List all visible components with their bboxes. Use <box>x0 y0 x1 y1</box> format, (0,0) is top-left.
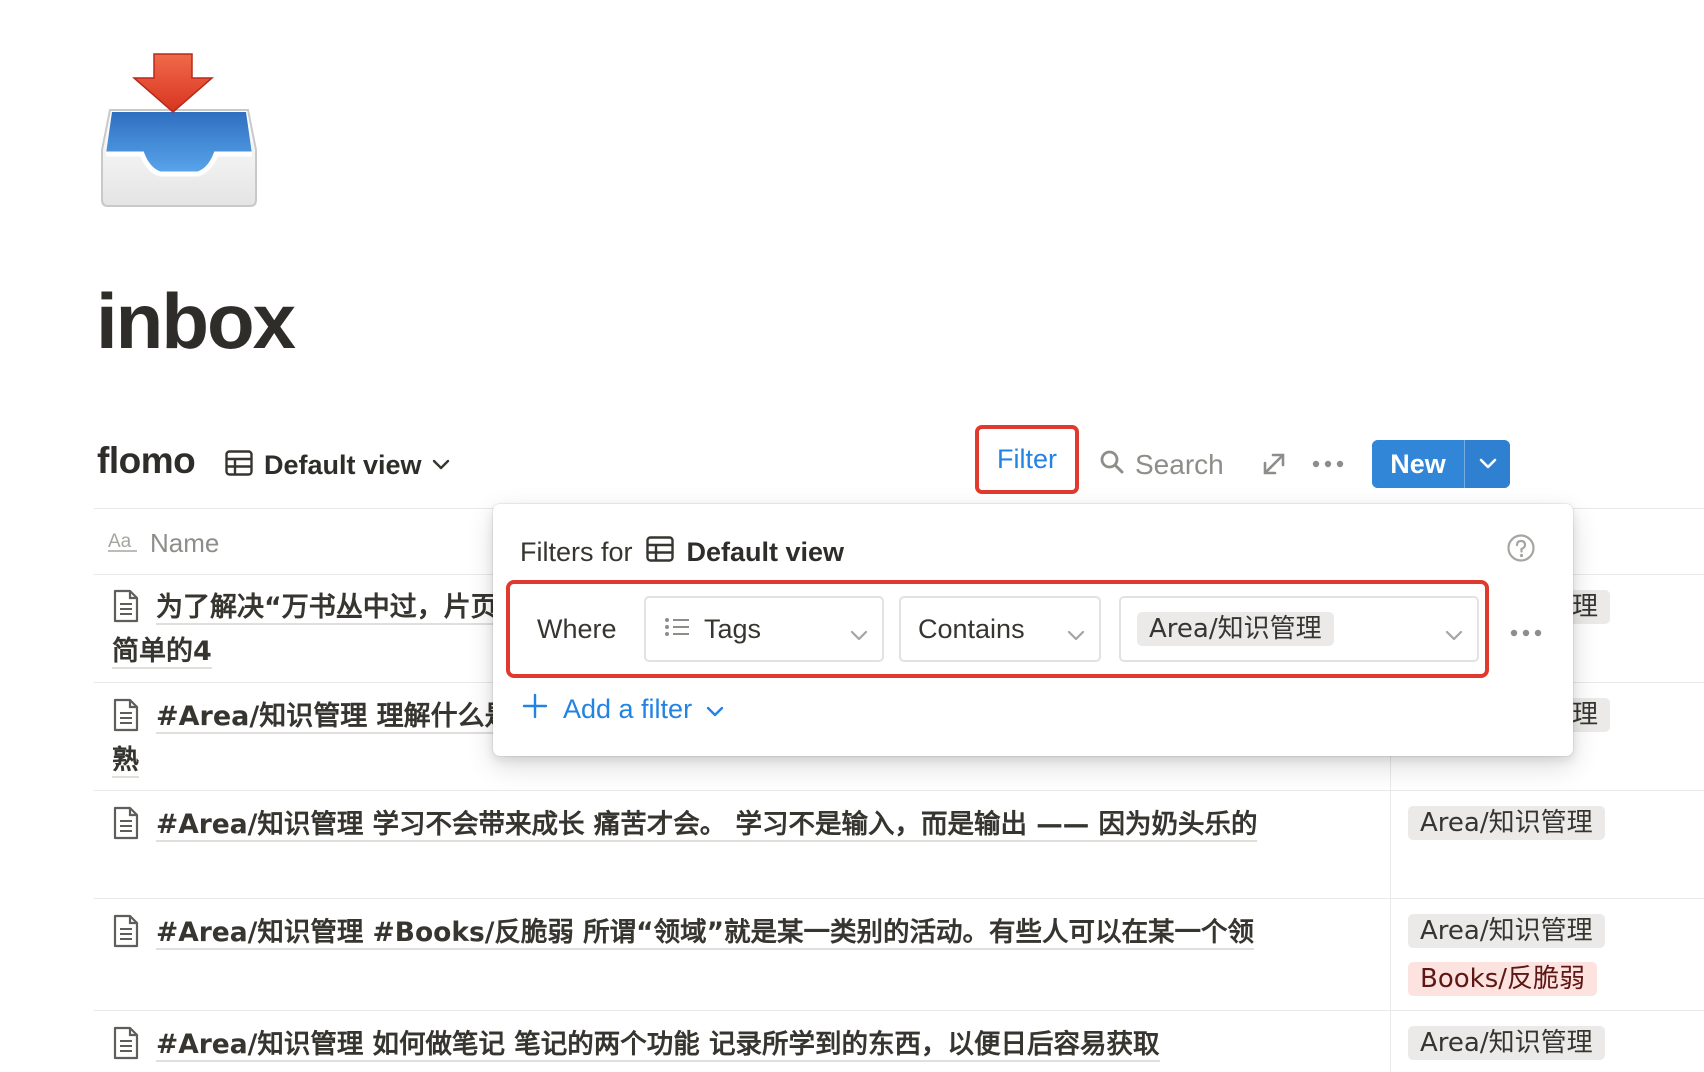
document-icon <box>112 589 140 627</box>
row-title-continued[interactable]: 简单的4 <box>112 636 212 669</box>
tags-cell[interactable]: Area/知识管理 <box>1408 806 1605 840</box>
where-label: Where <box>537 614 617 644</box>
new-button-group: New <box>1372 440 1510 488</box>
filter-button[interactable]: Filter <box>975 425 1079 494</box>
table-row[interactable]: #Area/知识管理 理解什么是 熟 <box>112 697 512 781</box>
column-header-label: Name <box>150 527 220 558</box>
chevron-down-icon <box>1445 618 1463 649</box>
document-icon <box>112 806 140 844</box>
tag-pill: Area/知识管理 <box>1408 914 1605 948</box>
document-icon <box>112 1026 140 1064</box>
value-select[interactable]: Area/知识管理 <box>1119 596 1479 662</box>
table-row[interactable]: #Area/知识管理 #Books/反脆弱 所谓“领域”就是某一类别的活动。有些… <box>112 913 1254 953</box>
search-icon <box>1099 449 1125 482</box>
view-name: Default view <box>264 449 422 480</box>
table-icon <box>224 448 254 482</box>
expand-icon[interactable] <box>1260 450 1288 478</box>
document-icon <box>112 698 140 736</box>
chevron-down-icon <box>706 694 724 725</box>
row-divider <box>94 898 1704 899</box>
chevron-down-icon <box>432 456 450 475</box>
table-row[interactable]: #Area/知识管理 如何做笔记 笔记的两个功能 记录所学到的东西，以便日后容易… <box>112 1025 1160 1065</box>
table-icon <box>645 534 675 571</box>
popover-heading: Filters for Default view <box>520 534 844 571</box>
tags-cell[interactable]: Area/知识管理 Books/反脆弱 <box>1408 914 1605 996</box>
row-title[interactable]: #Area/知识管理 如何做笔记 笔记的两个功能 记录所学到的东西，以便日后容易… <box>156 1029 1160 1062</box>
help-icon[interactable] <box>1506 533 1536 563</box>
popover-heading-view: Default view <box>686 537 845 567</box>
chevron-down-icon <box>1067 618 1085 649</box>
inbox-tray-icon[interactable] <box>98 50 260 208</box>
table-row[interactable]: #Area/知识管理 学习不会带来成长 痛苦才会。 学习不是输入，而是输出 ——… <box>112 805 1258 845</box>
database-title[interactable]: flomo <box>97 440 196 482</box>
new-dropdown-button[interactable] <box>1465 440 1510 488</box>
add-filter-button[interactable]: Add a filter <box>521 692 724 727</box>
search-button[interactable]: Search <box>1099 443 1224 487</box>
chevron-down-icon <box>850 618 868 649</box>
view-switcher[interactable]: Default view <box>224 445 450 485</box>
column-header-name[interactable]: Aa Name <box>108 526 219 560</box>
tag-pill: Area/知识管理 <box>1408 1026 1605 1060</box>
text-property-icon: Aa <box>108 528 138 559</box>
property-select[interactable]: Tags <box>644 596 884 662</box>
search-label: Search <box>1135 449 1224 480</box>
document-icon <box>112 914 140 952</box>
page-title[interactable]: inbox <box>96 282 296 360</box>
svg-text:Aa: Aa <box>108 531 132 552</box>
tag-pill: Books/反脆弱 <box>1408 962 1598 996</box>
plus-icon <box>521 692 549 727</box>
more-options-icon[interactable] <box>1311 454 1345 474</box>
row-title[interactable]: #Area/知识管理 学习不会带来成长 痛苦才会。 学习不是输入，而是输出 ——… <box>156 809 1258 842</box>
property-select-value: Tags <box>704 613 762 644</box>
row-title[interactable]: #Area/知识管理 #Books/反脆弱 所谓“领域”就是某一类别的活动。有些… <box>156 917 1254 950</box>
chevron-down-icon <box>1479 455 1497 474</box>
multi-select-list-icon <box>664 614 690 645</box>
tag-pill: Area/知识管理 <box>1408 806 1605 840</box>
selected-tag-pill: Area/知识管理 <box>1137 612 1334 646</box>
add-filter-label: Add a filter <box>563 694 693 724</box>
popover-heading-prefix: Filters for <box>520 537 633 567</box>
table-row[interactable]: 为了解决“万书丛中过，片页 简单的4 <box>112 588 498 672</box>
row-title[interactable]: 为了解决“万书丛中过，片页 <box>156 592 498 625</box>
operator-select[interactable]: Contains <box>899 596 1101 662</box>
new-button[interactable]: New <box>1372 440 1464 488</box>
row-divider <box>94 790 1704 791</box>
tags-cell[interactable]: Area/知识管理 <box>1408 1026 1605 1060</box>
operator-select-value: Contains <box>918 613 1025 644</box>
row-title-continued[interactable]: 熟 <box>112 745 139 778</box>
row-title[interactable]: #Area/知识管理 理解什么是 <box>156 701 512 734</box>
rule-more-icon[interactable] <box>1509 624 1543 637</box>
row-divider <box>94 1010 1704 1011</box>
filter-popover: Filters for Default view Where Tags Cont… <box>493 504 1573 756</box>
